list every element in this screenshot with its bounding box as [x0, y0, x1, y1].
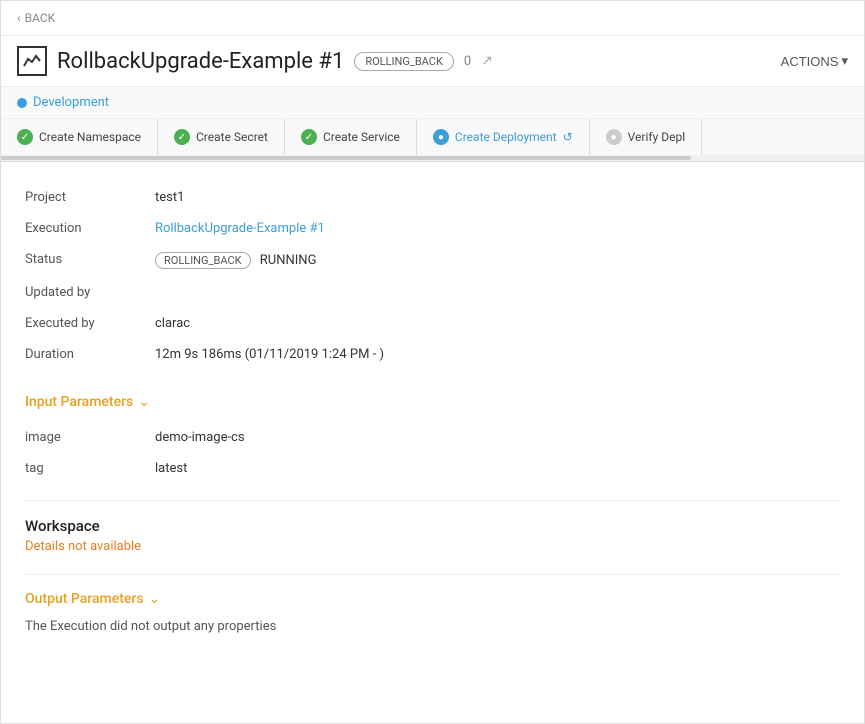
output-params-label: Output Parameters	[25, 591, 144, 607]
actions-label: ACTIONS	[781, 54, 839, 69]
step-label: Create Deployment	[455, 130, 557, 144]
step-success-icon: ✓	[17, 129, 33, 145]
step-success-icon: ✓	[174, 129, 190, 145]
step-active-icon: ●	[433, 129, 449, 145]
tag-value: latest	[155, 461, 187, 476]
back-link[interactable]: ‹ BACK	[17, 11, 848, 25]
execution-label: Execution	[25, 221, 155, 236]
duration-row: Duration 12m 9s 186ms (01/11/2019 1:24 P…	[25, 339, 840, 370]
env-dot	[17, 98, 27, 108]
status-badge-inline: ROLLING_BACK	[155, 252, 251, 269]
status-value: ROLLING_BACK RUNNING	[155, 252, 316, 269]
image-label: image	[25, 430, 155, 445]
chevron-down-icon: ▾	[841, 53, 848, 69]
executed-label: Executed by	[25, 316, 155, 331]
executed-value: clarac	[155, 316, 190, 331]
pipeline-icon	[17, 46, 47, 76]
status-running-text: RUNNING	[260, 253, 317, 268]
project-row: Project test1	[25, 182, 840, 213]
status-badge: ROLLING_BACK	[354, 52, 454, 71]
step-label: Create Namespace	[39, 130, 141, 144]
status-row: Status ROLLING_BACK RUNNING	[25, 244, 840, 277]
duration-value: 12m 9s 186ms (01/11/2019 1:24 PM - )	[155, 347, 384, 362]
output-params-title[interactable]: Output Parameters ⌄	[25, 591, 840, 607]
input-params-label: Input Parameters	[25, 394, 133, 410]
input-params-title[interactable]: Input Parameters ⌄	[25, 394, 840, 410]
step-create-service[interactable]: ✓ Create Service	[285, 119, 417, 155]
details-table: Project test1 Execution RollbackUpgrade-…	[25, 182, 840, 370]
steps-row: ✓ Create Namespace ✓ Create Secret ✓ Cre…	[1, 119, 864, 155]
workspace-title: Workspace	[25, 517, 840, 535]
page-header: RollbackUpgrade-Example #1 ROLLING_BACK …	[1, 36, 864, 87]
environment-row: Development	[1, 87, 864, 119]
image-row: image demo-image-cs	[25, 422, 840, 453]
pipeline-bar: Development ✓ Create Namespace ✓ Create …	[1, 87, 864, 162]
page-title: RollbackUpgrade-Example #1	[57, 49, 344, 74]
step-label: Create Service	[323, 130, 400, 144]
step-success-icon: ✓	[301, 129, 317, 145]
scrollbar[interactable]	[1, 155, 864, 161]
count-label: 0	[464, 54, 471, 69]
step-create-deployment[interactable]: ● Create Deployment ↺	[417, 119, 590, 155]
divider	[25, 500, 840, 501]
step-pending-icon: ●	[606, 129, 622, 145]
back-label: BACK	[25, 11, 56, 25]
reload-icon: ↺	[563, 130, 573, 144]
env-label: Development	[33, 95, 109, 110]
updated-label: Updated by	[25, 285, 155, 300]
step-verify-depl[interactable]: ● Verify Depl	[590, 119, 702, 155]
actions-button[interactable]: ACTIONS ▾	[781, 53, 848, 69]
output-params-section: Output Parameters ⌄ The Execution did no…	[25, 591, 840, 634]
executed-row: Executed by clarac	[25, 308, 840, 339]
back-arrow-icon: ‹	[17, 11, 21, 25]
input-params-section: Input Parameters ⌄ image demo-image-cs t…	[25, 394, 840, 484]
step-create-namespace[interactable]: ✓ Create Namespace	[1, 119, 158, 155]
tag-row: tag latest	[25, 453, 840, 484]
step-create-secret[interactable]: ✓ Create Secret	[158, 119, 285, 155]
tag-icon: ↗	[481, 53, 493, 69]
duration-label: Duration	[25, 347, 155, 362]
scrollbar-thumb	[1, 156, 691, 160]
workspace-section: Workspace Details not available	[25, 517, 840, 554]
project-value: test1	[155, 190, 184, 205]
step-label: Verify Depl	[628, 130, 685, 144]
workspace-detail: Details not available	[25, 539, 840, 554]
divider2	[25, 574, 840, 575]
execution-value[interactable]: RollbackUpgrade-Example #1	[155, 221, 325, 236]
main-content: Project test1 Execution RollbackUpgrade-…	[1, 162, 864, 654]
tag-label: tag	[25, 461, 155, 476]
collapse-icon: ⌄	[138, 394, 150, 410]
updated-row: Updated by	[25, 277, 840, 308]
output-note: The Execution did not output any propert…	[25, 619, 840, 634]
image-value: demo-image-cs	[155, 430, 245, 445]
top-nav: ‹ BACK	[1, 1, 864, 36]
status-label: Status	[25, 252, 155, 267]
project-label: Project	[25, 190, 155, 205]
collapse-icon2: ⌄	[149, 591, 161, 607]
step-label: Create Secret	[196, 130, 268, 144]
execution-row: Execution RollbackUpgrade-Example #1	[25, 213, 840, 244]
